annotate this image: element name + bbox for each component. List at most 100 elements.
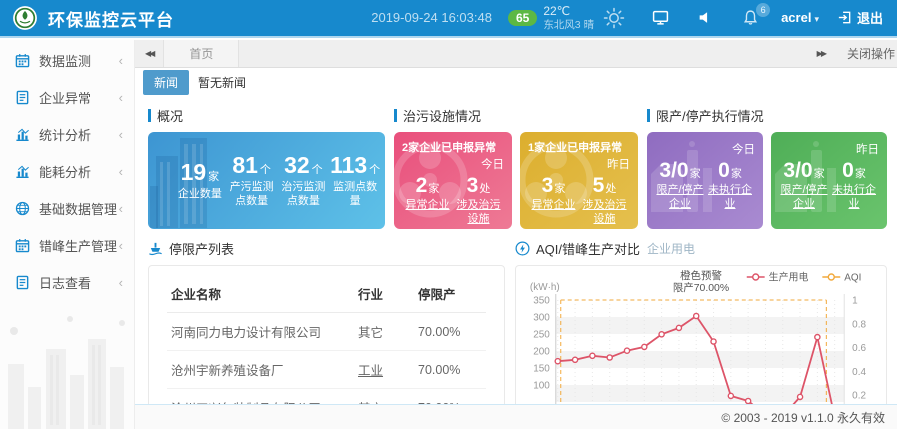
sidebar-item-log-view[interactable]: 日志查看‹ <box>0 264 134 301</box>
stat-link[interactable]: 限产/停产企业 <box>655 184 705 212</box>
chevron-left-icon: ‹ <box>119 238 123 253</box>
sidebar-item-data-monitoring[interactable]: 数据监测‹ <box>0 42 134 79</box>
stat-link[interactable]: 未执行企业 <box>829 184 879 212</box>
today-card: 2家企业已申报异常今日2家异常企业3处涉及治污设施 <box>394 132 512 229</box>
legend-item[interactable]: AQI <box>822 272 861 283</box>
datetime: 2019-09-24 16:03:48 <box>371 10 492 25</box>
svg-text:250: 250 <box>533 329 550 340</box>
stat-unit: 家 <box>814 168 825 180</box>
svg-text:150: 150 <box>533 363 550 374</box>
stat-link[interactable]: 未执行企业 <box>705 184 755 212</box>
chevron-left-icon: ‹ <box>119 90 123 105</box>
section-accent-bar <box>647 109 650 122</box>
sidebar-item-staggered-production[interactable]: 错峰生产管理‹ <box>0 227 134 264</box>
tab-bar: ◀◀ 首页 ▶▶ 关闭操作 <box>135 40 897 68</box>
card-headline: 1家企业已申报异常 <box>528 139 630 155</box>
shutdown-list-panel: 企业名称行业停限产 河南同力电力设计有限公司其它70.00%沧州宇新养殖设备厂工… <box>148 265 505 404</box>
card-period-label: 昨日 <box>528 156 630 172</box>
chevron-left-icon: ‹ <box>119 164 123 179</box>
svg-text:300: 300 <box>533 312 550 323</box>
copyright-label: © 2003 - 2019 v1.1.0 永久有效 <box>721 409 885 426</box>
exit-icon <box>837 10 852 25</box>
app-window: 环保监控云平台 2019-09-24 16:03:48 65 22℃ 东北风3 … <box>0 0 897 429</box>
shutdown-list-section: 停限产列表 企业名称行业停限产 河南同力电力设计有限公司其它70.00%沧州宇新… <box>148 239 505 404</box>
logout-button[interactable]: 退出 <box>837 8 883 27</box>
stat-value: 3 <box>542 174 554 197</box>
svg-text:200: 200 <box>533 346 550 357</box>
card-headline: 2家企业已申报异常 <box>402 139 504 155</box>
tabs-scroll-left-button[interactable]: ◀◀ <box>135 49 163 58</box>
stat-value: 0 <box>718 159 730 182</box>
y-axis-unit-label: (kW·h) <box>530 282 560 293</box>
caret-down-icon: ▾ <box>814 14 819 24</box>
logout-label: 退出 <box>857 8 883 27</box>
legend-item[interactable]: 生产用电 <box>747 270 809 283</box>
sidebar-item-enterprise-abnormal[interactable]: 企业异常‹ <box>0 79 134 116</box>
industry-cell: 其它 <box>358 402 383 404</box>
sidebar-item-label: 错峰生产管理 <box>39 236 119 255</box>
tab-home[interactable]: 首页 <box>163 40 239 67</box>
stat-unit: 个 <box>260 164 271 176</box>
aqi-chart-subtitle[interactable]: 企业用电 <box>647 240 695 257</box>
stat-unit: 家 <box>731 168 742 180</box>
shutdown-table: 企业名称行业停限产 河南同力电力设计有限公司其它70.00%沧州宇新养殖设备厂工… <box>167 278 486 404</box>
bell-icon[interactable]: 6 <box>742 9 759 26</box>
stat-value: 3/0 <box>659 159 688 182</box>
speaker-icon[interactable] <box>697 9 714 26</box>
stat-link[interactable]: 涉及治污设施 <box>453 199 504 227</box>
stat-link[interactable]: 限产/停产企业 <box>779 184 829 212</box>
app-header: 环保监控云平台 2019-09-24 16:03:48 65 22℃ 东北风3 … <box>0 0 897 38</box>
news-button[interactable]: 新闻 <box>143 70 189 95</box>
table-column-header: 行业 <box>354 278 414 313</box>
document-icon <box>15 90 30 105</box>
svg-text:350: 350 <box>533 295 550 306</box>
shutdown-list-title: 停限产列表 <box>169 239 234 258</box>
card-period-label: 今日 <box>655 141 755 157</box>
table-column-header: 企业名称 <box>167 278 354 313</box>
stat-link[interactable]: 异常企业 <box>528 199 579 213</box>
aqi-production-line-chart: 1001502002503003500.20.40.60.81(kW·h)橙色预… <box>516 266 886 404</box>
treatment-facilities-section: 治污设施情况 2家企业已申报异常今日2家异常企业3处涉及治污设施1家企业已申报异… <box>394 104 638 229</box>
chevron-left-icon: ‹ <box>119 275 123 290</box>
aqi-chart-section: AQI/错峰生产对比 企业用电 1001502002503003500.20.4… <box>515 239 887 404</box>
stat-link[interactable]: 异常企业 <box>402 199 453 213</box>
news-message: 暂无新闻 <box>198 74 246 91</box>
table-row: 河南同力电力设计有限公司其它70.00% <box>167 313 486 351</box>
sidebar-item-statistical-analysis[interactable]: 统计分析‹ <box>0 116 134 153</box>
app-footer: © 2003 - 2019 v1.1.0 永久有效 <box>135 404 897 429</box>
chart-title: 橙色预警 <box>680 269 722 282</box>
user-menu[interactable]: acrel▾ <box>781 10 819 25</box>
overview-title: 概况 <box>157 106 183 125</box>
stat-label: 监测点数量 <box>329 181 381 209</box>
sidebar-menu: 数据监测‹企业异常‹统计分析‹能耗分析‹基础数据管理‹错峰生产管理‹日志查看‹ <box>0 40 134 301</box>
industry-link[interactable]: 工业 <box>358 364 383 378</box>
monitor-icon[interactable] <box>652 9 669 26</box>
stat-link[interactable]: 涉及治污设施 <box>579 199 630 227</box>
industry-cell: 其它 <box>358 326 383 340</box>
close-operations-button[interactable]: 关闭操作 <box>835 45 897 62</box>
sidebar-item-label: 企业异常 <box>39 88 119 107</box>
city-skyline-watermark <box>0 309 135 429</box>
restriction-rate-cell: 70.00% <box>414 313 486 351</box>
table-row: 沧州宇新养殖设备厂工业70.00% <box>167 351 486 389</box>
tabs-scroll-right-button[interactable]: ▶▶ <box>807 49 835 58</box>
svg-text:0.6: 0.6 <box>852 343 866 354</box>
stat-unit: 处 <box>605 183 616 195</box>
globe-icon <box>15 201 30 216</box>
app-logo-icon <box>12 5 38 31</box>
temperature-label: 22℃ <box>543 5 594 19</box>
table-row: 沧州天兴包装制品有限公司其它70.00% <box>167 389 486 405</box>
svg-text:100: 100 <box>533 380 550 391</box>
stat-unit: 家 <box>855 168 866 180</box>
wind-weather-label: 东北风3 晴 <box>543 19 594 31</box>
svg-text:0.4: 0.4 <box>852 367 866 378</box>
bolt-icon <box>515 241 530 256</box>
card-period-label: 今日 <box>402 156 504 172</box>
sidebar-item-energy-analysis[interactable]: 能耗分析‹ <box>0 153 134 190</box>
today-card: 今日3/0家限产/停产企业0家未执行企业 <box>647 132 763 229</box>
stat-unit: 个 <box>312 164 323 176</box>
sidebar: 数据监测‹企业异常‹统计分析‹能耗分析‹基础数据管理‹错峰生产管理‹日志查看‹ <box>0 40 135 429</box>
sidebar-item-basic-data-management[interactable]: 基础数据管理‹ <box>0 190 134 227</box>
overview-card: 19家企业数量81个产污监测点数量32个治污监测点数量113个监测点数量 <box>148 132 385 229</box>
svg-text:AQI: AQI <box>844 272 861 283</box>
